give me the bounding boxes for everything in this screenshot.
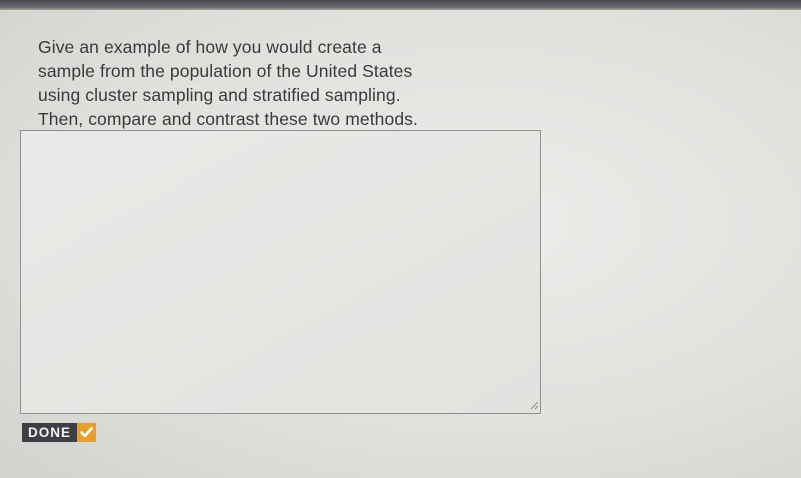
question-text: Give an example of how you would create … bbox=[38, 37, 418, 129]
done-button-label: DONE bbox=[22, 423, 78, 442]
resize-handle-icon[interactable] bbox=[530, 401, 539, 410]
checkmark-icon bbox=[77, 423, 97, 442]
done-button[interactable]: DONE bbox=[22, 423, 97, 442]
answer-text-area[interactable] bbox=[20, 130, 541, 414]
